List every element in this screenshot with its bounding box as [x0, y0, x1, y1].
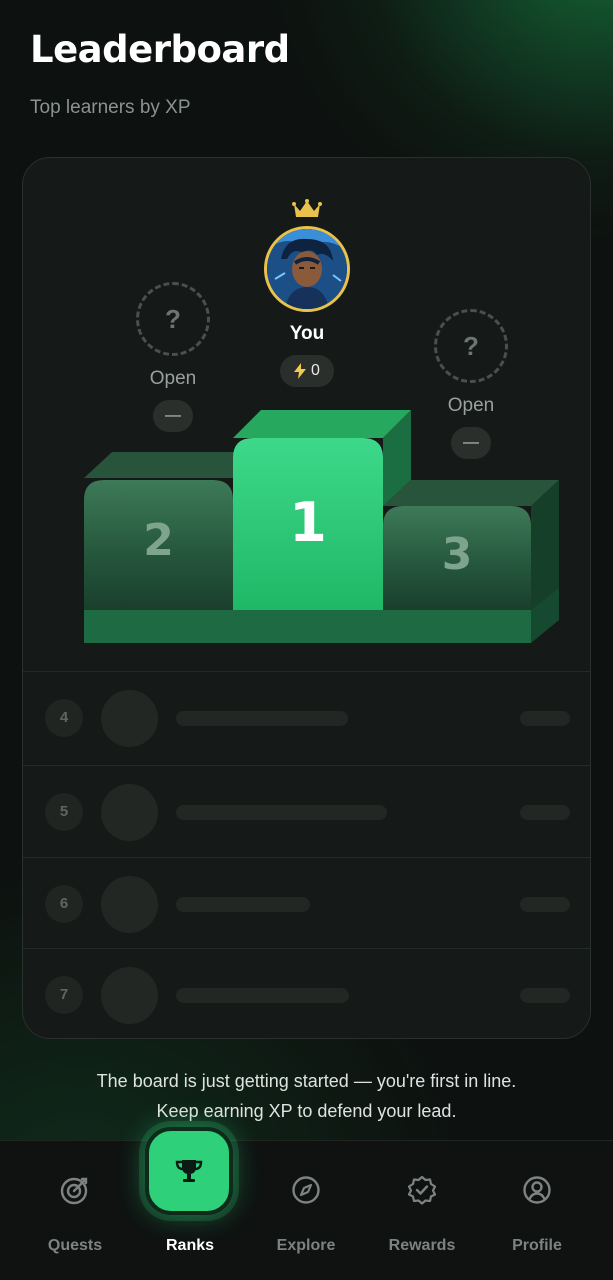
target-icon: [60, 1177, 88, 1205]
avatar-placeholder: [101, 967, 158, 1024]
score-skeleton: [520, 711, 570, 726]
open-avatar-placeholder: ?: [434, 309, 508, 383]
podium-third-name: Open: [447, 395, 495, 416]
avatar-placeholder: [101, 690, 158, 747]
podium-first-name: You: [289, 323, 325, 344]
podium-area: 2 1 3 ? Open — You 0 ? Open —: [23, 158, 590, 670]
bottom-nav: Quests Ranks Explore Rewards Profile: [0, 1127, 613, 1280]
nav-item-explore[interactable]: Explore: [251, 1141, 361, 1280]
page-title: Leaderboard: [30, 28, 290, 71]
compass-icon: [292, 1176, 320, 1204]
nav-label: Profile: [512, 1237, 562, 1254]
podium-slot-first[interactable]: You 0: [257, 198, 357, 387]
podium-slot-second[interactable]: ? Open —: [123, 282, 223, 432]
podium-rank-1-label: 1: [289, 491, 327, 554]
podium-third-score: —: [451, 427, 491, 459]
xp-badge: 0: [280, 355, 334, 387]
lightning-icon: [294, 363, 307, 379]
nav-label: Rewards: [388, 1237, 456, 1254]
nav-label: Quests: [47, 1237, 103, 1254]
avatar: [264, 226, 350, 312]
rank-number: 7: [45, 976, 83, 1014]
nav-item-profile[interactable]: Profile: [482, 1141, 592, 1280]
score-skeleton: [520, 805, 570, 820]
score-skeleton: [520, 897, 570, 912]
xp-value: 0: [311, 362, 320, 379]
trophy-icon: [175, 1160, 203, 1182]
podium-rank-3-label: 3: [441, 529, 473, 580]
user-circle-icon: [523, 1176, 551, 1204]
list-item[interactable]: 4: [23, 671, 590, 763]
nav-item-rewards[interactable]: Rewards: [367, 1141, 477, 1280]
name-skeleton: [176, 897, 310, 912]
leaderboard-card: 2 1 3 ? Open — You 0 ? Open — 4 5 6 7: [22, 157, 591, 1039]
ranks-fab-button[interactable]: [145, 1127, 233, 1215]
nav-item-ranks[interactable]: Ranks: [135, 1127, 245, 1280]
question-mark-icon: ?: [165, 303, 181, 334]
name-skeleton: [176, 711, 348, 726]
podium-rank-2-label: 2: [143, 515, 174, 566]
podium-slot-third[interactable]: ? Open —: [421, 309, 521, 459]
list-item[interactable]: 7: [23, 948, 590, 1038]
rank-number: 5: [45, 793, 83, 831]
badge-check-icon: [407, 1175, 437, 1205]
name-skeleton: [176, 805, 387, 820]
name-skeleton: [176, 988, 349, 1003]
footer-line-1: The board is just getting started — you'…: [96, 1071, 517, 1091]
list-item[interactable]: 5: [23, 765, 590, 857]
crown-icon: [292, 199, 322, 217]
footer-message: The board is just getting started — you'…: [0, 1066, 613, 1126]
user-avatar-image: [267, 229, 347, 309]
podium-second-score: —: [153, 400, 193, 432]
footer-line-2: Keep earning XP to defend your lead.: [156, 1101, 457, 1121]
avatar-placeholder: [101, 784, 158, 841]
nav-label: Explore: [276, 1237, 336, 1254]
avatar-placeholder: [101, 876, 158, 933]
list-item[interactable]: 6: [23, 857, 590, 949]
question-mark-icon: ?: [463, 330, 479, 361]
podium-second-name: Open: [149, 368, 197, 389]
rank-number: 4: [45, 699, 83, 737]
nav-item-quests[interactable]: Quests: [20, 1141, 130, 1280]
open-avatar-placeholder: ?: [136, 282, 210, 356]
score-skeleton: [520, 988, 570, 1003]
page-subtitle: Top learners by XP: [30, 97, 191, 118]
rank-number: 6: [45, 885, 83, 923]
nav-label: Ranks: [165, 1237, 215, 1254]
